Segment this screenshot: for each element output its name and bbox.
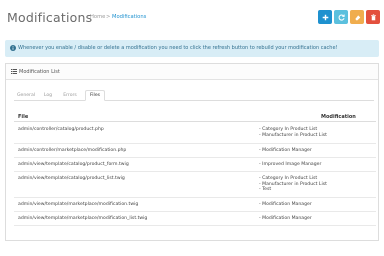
modification-name: - Manufacturer in Product List — [259, 132, 327, 138]
tab-files[interactable]: Files — [85, 90, 105, 101]
table-row: admin/view/template/catalog/product_list… — [14, 172, 376, 198]
page-title: Modifications — [7, 10, 93, 25]
file-path: admin/view/template/marketplace/modifica… — [18, 216, 148, 221]
modification-list: - Category In Product List - Manufacture… — [259, 127, 327, 138]
file-path: admin/view/template/marketplace/modifica… — [18, 202, 139, 207]
modification-name: - Modification Manager — [259, 202, 312, 207]
page-header: Modifications Home > Modifications — [0, 0, 384, 34]
modification-name: - Modification Manager — [259, 148, 312, 153]
table-row: admin/view/template/marketplace/modifica… — [14, 198, 376, 212]
modification-list: - Improved Image Manager — [259, 162, 321, 168]
tab-general[interactable]: General — [14, 90, 38, 101]
list-icon — [11, 69, 17, 74]
eraser-icon — [354, 14, 360, 20]
breadcrumb-modifications-link[interactable]: Modifications — [112, 14, 146, 20]
tab-bar: General Log Errors Files — [14, 89, 374, 101]
file-path: admin/view/template/catalog/product_form… — [18, 162, 129, 167]
modification-list: - Modification Manager — [259, 202, 312, 208]
file-path: admin/controller/marketplace/modificatio… — [18, 148, 127, 153]
modification-name: - Category In Product List — [259, 127, 318, 132]
info-circle-icon — [10, 45, 16, 51]
modification-list: - Category In Product List - Manufacture… — [259, 176, 327, 193]
modification-name: - Improved Image Manager — [259, 162, 322, 167]
table-row: admin/controller/catalog/product.php - C… — [14, 123, 376, 144]
modification-name: - Test — [259, 187, 272, 193]
modification-list: - Modification Manager — [259, 216, 312, 222]
table-header: File Modification — [14, 111, 376, 122]
breadcrumb-separator: > — [106, 14, 111, 20]
files-table: File Modification admin/controller/catal… — [14, 111, 376, 226]
modification-name: - Modification Manager — [259, 216, 312, 221]
breadcrumb-home-link[interactable]: Home — [90, 14, 105, 20]
file-path: admin/controller/catalog/product.php — [18, 127, 104, 132]
clear-button[interactable] — [350, 10, 364, 24]
plus-icon — [322, 14, 328, 20]
trash-icon — [370, 13, 376, 20]
file-path: admin/view/template/catalog/product_list… — [18, 176, 125, 181]
refresh-icon — [338, 14, 345, 21]
modification-name: - Category In Product List — [259, 176, 318, 181]
info-alert: Whenever you enable / disable or delete … — [5, 40, 379, 57]
table-row: admin/view/template/catalog/product_form… — [14, 158, 376, 172]
modification-list-panel: Modification List General Log Errors Fil… — [5, 63, 379, 241]
tab-log[interactable]: Log — [40, 90, 56, 101]
table-row: admin/controller/marketplace/modificatio… — [14, 144, 376, 158]
refresh-button[interactable] — [334, 10, 348, 24]
panel-heading: Modification List — [6, 64, 378, 80]
add-button[interactable] — [318, 10, 332, 24]
tab-errors[interactable]: Errors — [59, 90, 81, 101]
delete-button[interactable] — [366, 10, 380, 24]
alert-message: Whenever you enable / disable or delete … — [18, 45, 338, 51]
table-row: admin/view/template/marketplace/modifica… — [14, 212, 376, 226]
panel-title: Modification List — [19, 69, 60, 75]
modification-list: - Modification Manager — [259, 148, 312, 154]
column-header-modification: Modification — [321, 114, 356, 120]
column-header-file: File — [18, 114, 29, 120]
